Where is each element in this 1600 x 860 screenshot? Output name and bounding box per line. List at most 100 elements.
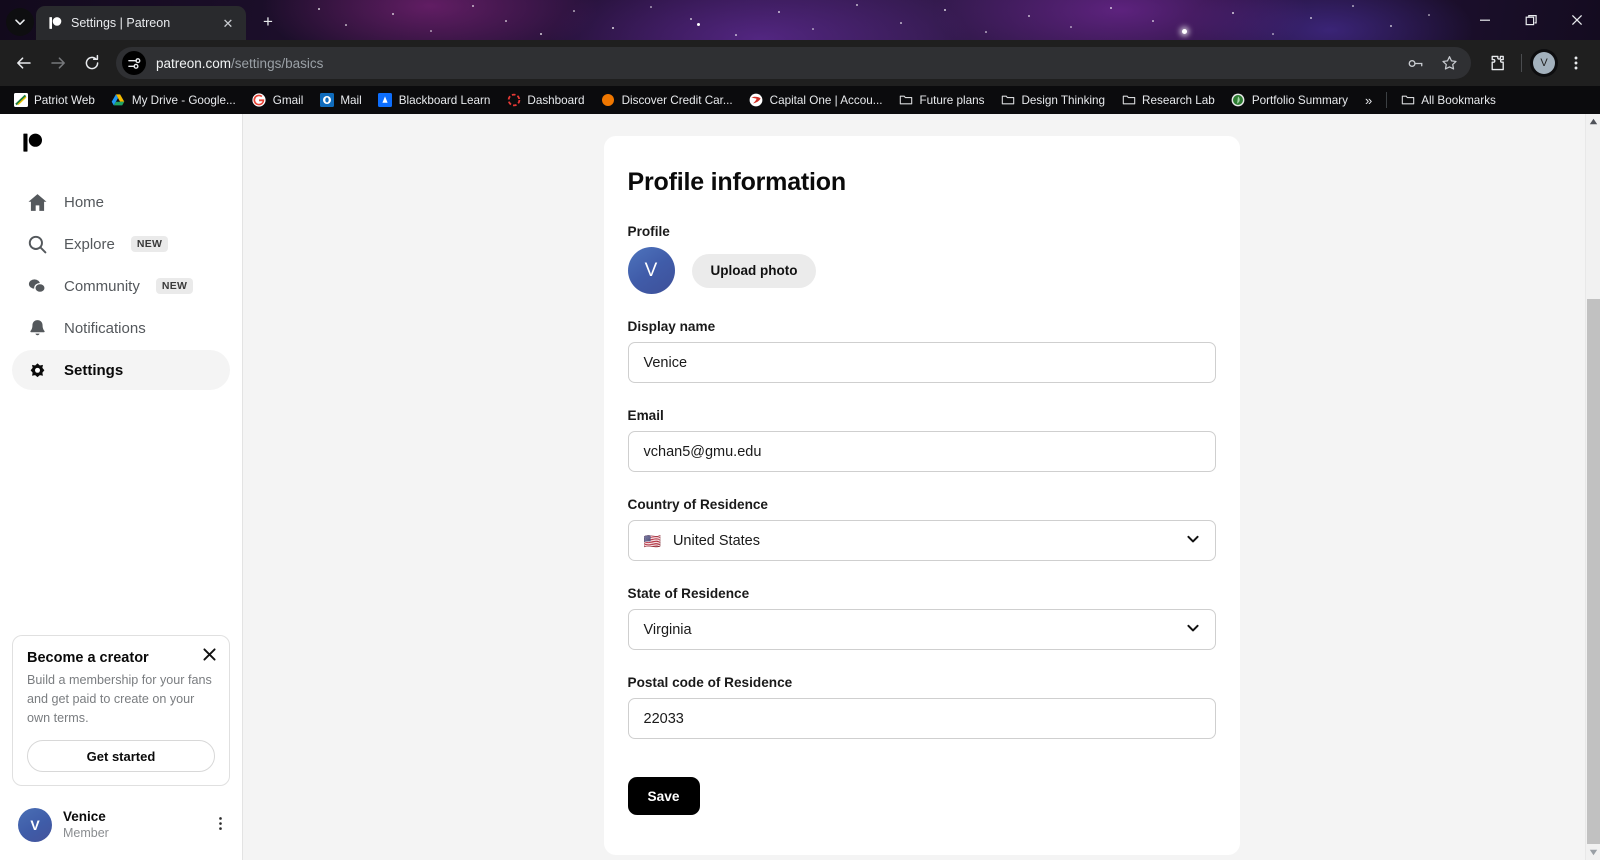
bookmark-folder[interactable]: Design Thinking (993, 90, 1112, 111)
close-icon (1571, 14, 1583, 26)
country-value-wrap: 🇺🇸 United States (644, 533, 761, 549)
sidebar-item-community[interactable]: Community NEW (12, 266, 230, 306)
profile-label: Profile (627, 224, 670, 239)
bookmark-label: My Drive - Google... (131, 93, 236, 107)
field-country: Country of Residence 🇺🇸 United States (627, 497, 1216, 561)
scrollbar-thumb[interactable] (1587, 299, 1600, 844)
become-creator-card: Become a creator Build a membership for … (12, 635, 230, 786)
three-dots-vertical-icon (219, 816, 222, 830)
chat-bubbles-icon (26, 275, 48, 297)
dashboard-icon (506, 93, 521, 108)
browser-window: Settings | Patreon ✕ + patreon.com/setti… (0, 0, 1600, 860)
creator-card-close-button[interactable] (203, 648, 216, 663)
bookmark-item[interactable]: Dashboard (499, 90, 591, 111)
state-select[interactable]: Virginia (627, 609, 1216, 650)
bookmark-star-icon[interactable] (1433, 47, 1465, 79)
sidebar-label: Home (64, 193, 105, 211)
maximize-icon (1525, 14, 1537, 25)
url-path: /settings/basics (231, 55, 324, 71)
patreon-logo[interactable] (0, 114, 242, 172)
toolbar-divider (1521, 54, 1522, 72)
bookmark-folder[interactable]: Research Lab (1114, 90, 1222, 111)
display-name-input[interactable]: Venice (627, 342, 1216, 383)
all-bookmarks-button[interactable]: All Bookmarks (1393, 90, 1503, 111)
folder-icon (1000, 93, 1015, 108)
bookmark-folder[interactable]: Future plans (891, 90, 991, 111)
reload-icon (85, 54, 99, 70)
tab-search-button[interactable] (6, 8, 34, 36)
page-scrollbar[interactable] (1585, 114, 1600, 860)
bookmark-item[interactable]: Discover Credit Car... (594, 90, 740, 111)
user-name: Venice (63, 808, 106, 824)
site-settings-icon[interactable] (122, 51, 146, 75)
capital-one-icon (749, 93, 764, 108)
window-maximize-button[interactable] (1508, 0, 1554, 40)
bookmarks-overflow-button[interactable]: » (1357, 93, 1380, 108)
scrollbar-track[interactable] (1586, 129, 1600, 845)
omnibox-actions (1399, 47, 1465, 79)
bell-icon (26, 317, 48, 339)
field-label: Display name (627, 319, 716, 334)
sidebar-item-home[interactable]: Home (12, 182, 230, 222)
bookmark-label: Blackboard Learn (398, 93, 491, 107)
bookmark-label: Discover Credit Car... (621, 93, 733, 107)
extensions-button[interactable] (1481, 47, 1513, 79)
badge-new: NEW (155, 278, 194, 294)
badge-new: NEW (130, 236, 169, 252)
bookmarks-bar: Patriot Web My Drive - Google... Gmail M… (0, 86, 1600, 114)
page-viewport: Home Explore NEW Community NEW Notificat… (0, 114, 1600, 860)
url-text: patreon.com/settings/basics (156, 56, 323, 71)
get-started-button[interactable]: Get started (27, 740, 215, 772)
address-bar[interactable]: patreon.com/settings/basics (116, 47, 1471, 79)
save-button[interactable]: Save (627, 777, 700, 815)
folder-icon (898, 93, 913, 108)
field-label: Email (627, 408, 664, 423)
bookmark-item[interactable]: Gmail (245, 90, 311, 111)
patriot-web-icon (13, 93, 28, 108)
postal-code-input[interactable]: 22033 (627, 698, 1216, 739)
gear-icon (26, 359, 48, 381)
sidebar-item-notifications[interactable]: Notifications (12, 308, 230, 348)
field-state: State of Residence Virginia (627, 586, 1216, 650)
bookmark-item[interactable]: Blackboard Learn (371, 90, 498, 111)
discover-icon (601, 93, 616, 108)
password-manager-icon[interactable] (1399, 47, 1431, 79)
new-tab-button[interactable]: + (254, 8, 282, 36)
chrome-menu-button[interactable] (1560, 47, 1592, 79)
sidebar-item-explore[interactable]: Explore NEW (12, 224, 230, 264)
user-menu-button[interactable] (213, 816, 228, 835)
bookmark-item[interactable]: My Drive - Google... (104, 90, 243, 111)
creator-card-title: Become a creator (27, 650, 149, 667)
page-title: Profile information (627, 168, 847, 196)
bookmark-label: Research Lab (1142, 93, 1215, 107)
browser-tab[interactable]: Settings | Patreon ✕ (36, 6, 246, 40)
email-input[interactable]: vchan5@gmu.edu (627, 431, 1216, 472)
window-minimize-button[interactable] (1462, 0, 1508, 40)
all-bookmarks-label: All Bookmarks (1421, 93, 1496, 107)
bookmark-item[interactable]: Capital One | Accou... (742, 90, 890, 111)
country-select[interactable]: 🇺🇸 United States (627, 520, 1216, 561)
bookmark-item[interactable]: Mail (312, 90, 368, 111)
profile-information-card: Profile information Profile V Upload pho… (603, 136, 1240, 855)
window-close-button[interactable] (1554, 0, 1600, 40)
sidebar-user-row[interactable]: V Venice Member (0, 800, 242, 860)
bookmark-item[interactable]: Patriot Web (6, 90, 102, 111)
folder-icon (1400, 93, 1415, 108)
forward-button[interactable] (42, 47, 74, 79)
profile-avatar-button[interactable]: V (1530, 49, 1558, 77)
sidebar-item-settings[interactable]: Settings (12, 350, 230, 390)
profile-initial: V (1533, 52, 1555, 74)
chevron-down-icon (15, 19, 25, 25)
scrollbar-down-arrow[interactable] (1586, 845, 1600, 860)
scrollbar-up-arrow[interactable] (1586, 114, 1600, 129)
back-button[interactable] (8, 47, 40, 79)
avatar: V (627, 247, 675, 294)
tab-close-button[interactable]: ✕ (218, 13, 238, 33)
sidebar-nav: Home Explore NEW Community NEW Notificat… (0, 172, 242, 390)
reload-button[interactable] (76, 47, 108, 79)
upload-photo-button[interactable]: Upload photo (691, 253, 817, 288)
google-drive-icon (111, 93, 126, 108)
bookmark-item[interactable]: Portfolio Summary (1224, 90, 1355, 111)
puzzle-icon (1491, 55, 1504, 71)
field-postal-code: Postal code of Residence 22033 (627, 675, 1216, 739)
